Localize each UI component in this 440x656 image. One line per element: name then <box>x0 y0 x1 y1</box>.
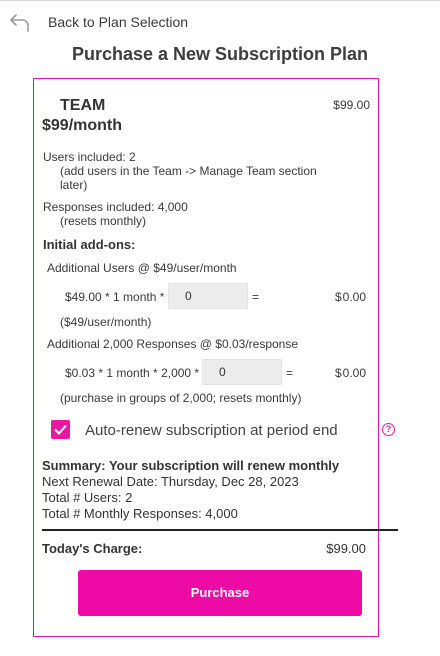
plan-card: TEAM $99/month $99.00 Users included: 2 … <box>33 78 398 637</box>
addon-responses-quantity-input[interactable]: 0 <box>202 359 282 385</box>
plan-price-label: $99/month <box>42 117 123 134</box>
addon-users-total: 0.00 <box>342 290 366 304</box>
back-link-label: Back to Plan Selection <box>48 14 189 30</box>
summary-divider <box>42 529 398 531</box>
users-included: Users included: 2 <box>43 150 136 164</box>
todays-charge-amount: $99.00 <box>326 541 366 556</box>
back-arrow-icon <box>10 14 29 32</box>
addon-responses-formula: $0.03 * 1 month * 2,000 * <box>65 366 200 380</box>
addon-users-title: Additional Users @ $49/user/month <box>47 261 237 275</box>
purchase-button[interactable]: Purchase <box>78 570 362 616</box>
summary-renewal-date: Next Renewal Date: Thursday, Dec 28, 202… <box>42 474 299 489</box>
addon-users-equals: = <box>252 290 260 304</box>
plan-name: TEAM <box>60 97 106 114</box>
responses-included: Responses included: 4,000 <box>43 200 188 214</box>
checkmark-icon <box>54 424 67 435</box>
auto-renew-checkbox[interactable] <box>51 420 70 439</box>
plan-amount: $99.00 <box>333 98 370 112</box>
responses-note: (resets monthly) <box>60 214 147 228</box>
top-divider <box>0 0 440 1</box>
addon-responses-total: 0.00 <box>342 366 366 380</box>
question-circle-icon[interactable]: ? <box>382 423 395 436</box>
addon-users-note: ($49/user/month) <box>60 315 152 329</box>
summary-total-responses: Total # Monthly Responses: 4,000 <box>42 506 238 521</box>
users-note: (add users in the Team -> Manage Team se… <box>60 164 317 192</box>
summary-heading: Summary: Your subscription will renew mo… <box>42 458 340 473</box>
todays-charge-label: Today's Charge: <box>42 541 143 556</box>
summary-total-users: Total # Users: 2 <box>42 490 133 505</box>
back-link[interactable]: Back to Plan Selection <box>8 11 188 33</box>
addon-responses-currency: $ <box>335 366 342 380</box>
addon-responses-title: Additional 2,000 Responses @ $0.03/respo… <box>47 337 299 351</box>
auto-renew-label: Auto-renew subscription at period end <box>85 422 338 439</box>
page-title: Purchase a New Subscription Plan <box>71 44 369 64</box>
addon-users-currency: $ <box>335 290 342 304</box>
addon-responses-equals: = <box>286 366 294 380</box>
addon-responses-note: (purchase in groups of 2,000; resets mon… <box>60 391 302 405</box>
addon-users-quantity-input[interactable]: 0 <box>168 283 248 309</box>
addons-heading: Initial add-ons: <box>43 237 136 252</box>
addon-users-formula: $49.00 * 1 month * <box>65 290 165 304</box>
